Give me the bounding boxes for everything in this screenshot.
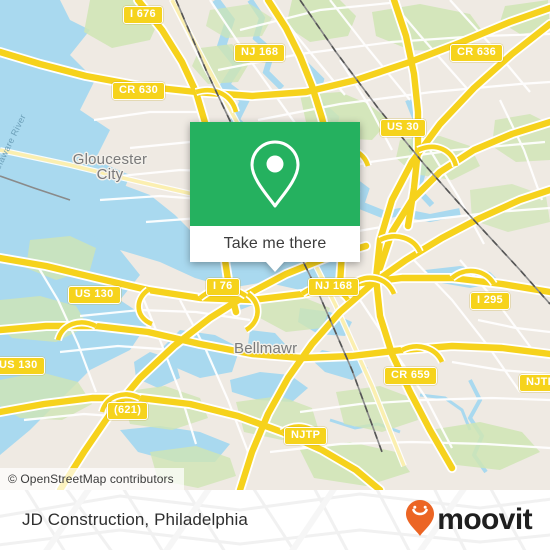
moovit-logo[interactable]: moovit (405, 490, 533, 550)
map-canvas[interactable]: Gloucester City Bellmawr Delaware River … (0, 0, 550, 490)
take-me-there-button[interactable]: Take me there (190, 226, 360, 262)
road-shield-us-130-lower: US 130 (0, 357, 45, 375)
road-shield-us-30: US 30 (380, 119, 427, 137)
map-pin-icon (246, 138, 304, 210)
card-header (190, 122, 360, 226)
map-screenshot: Gloucester City Bellmawr Delaware River … (0, 0, 550, 550)
place-title-text: JD Construction, Philadelphia (22, 510, 248, 529)
take-me-there-card[interactable]: Take me there (190, 122, 360, 272)
road-shield-njtp-east: NJTP (519, 374, 550, 392)
take-me-there-label: Take me there (223, 235, 327, 252)
road-shield-nj-168-north: NJ 168 (234, 44, 286, 62)
card-pointer-tail (266, 262, 284, 272)
road-shield-i-76: I 76 (206, 278, 240, 296)
road-shield-cr-630: CR 630 (112, 82, 166, 100)
moovit-wordmark: moovit (437, 503, 532, 536)
road-shield-cr-659: CR 659 (384, 367, 438, 385)
road-shield-i-676: I 676 (123, 6, 163, 24)
place-title: JD Construction, Philadelphia (22, 490, 248, 550)
road-shield-621: (621) (107, 402, 149, 420)
road-shield-cr-636: CR 636 (450, 44, 504, 62)
attribution-text: © OpenStreetMap contributors (8, 472, 174, 486)
road-shield-i-295: I 295 (470, 292, 510, 310)
road-shield-us-130-upper: US 130 (68, 286, 121, 304)
road-shield-nj-168-south: NJ 168 (308, 278, 360, 296)
osm-attribution[interactable]: © OpenStreetMap contributors (0, 468, 184, 490)
bottom-info-bar: JD Construction, Philadelphia moovit (0, 490, 550, 550)
moovit-smiley-pin-icon (405, 499, 435, 542)
road-shield-njtp-south: NJTP (284, 427, 328, 445)
